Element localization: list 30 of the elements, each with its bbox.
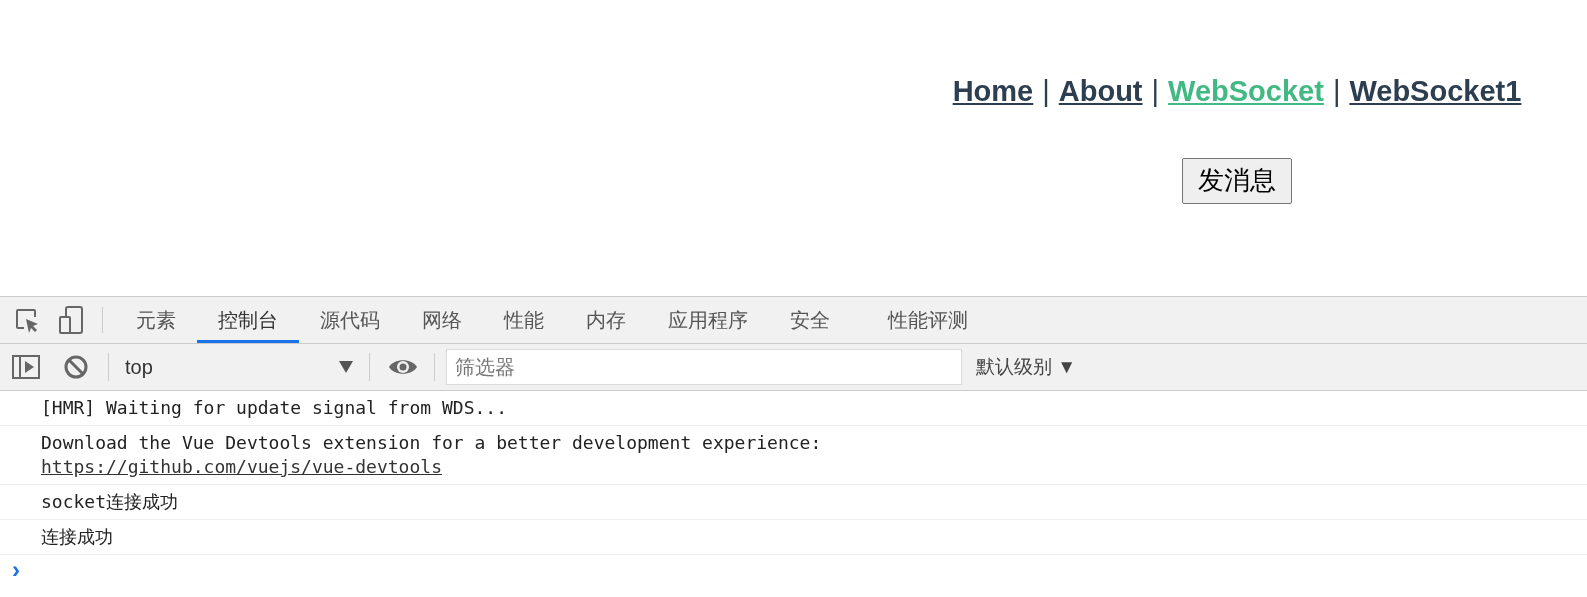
filter-field[interactable]: 筛选器 xyxy=(446,349,962,385)
clear-console-icon[interactable] xyxy=(64,355,88,379)
sidebar-toggle-icon[interactable] xyxy=(12,355,40,379)
send-message-button[interactable]: 发消息 xyxy=(1182,157,1292,204)
nav-link[interactable]: Home xyxy=(952,70,1034,114)
context-select[interactable]: top xyxy=(117,352,357,382)
dropdown-icon xyxy=(339,361,353,373)
devtools-tab[interactable]: 性能评测 xyxy=(867,297,989,343)
console-message: socket连接成功 xyxy=(41,490,179,514)
log-levels-dropdown[interactable]: 默认级别 ▼ xyxy=(976,352,1077,382)
console-prompt[interactable]: › xyxy=(0,555,20,585)
nav-link[interactable]: WebSocket1 xyxy=(1349,70,1522,114)
device-toolbar-icon[interactable] xyxy=(58,306,84,334)
console-message: Download the Vue Devtools extension for a better development experience: xyxy=(41,431,822,455)
nav-separator: | xyxy=(1151,74,1160,109)
console-link[interactable]: https://github.com/vuejs/vue-devtools xyxy=(41,456,442,477)
console-message: 连接成功 xyxy=(41,525,113,549)
devtools-tab[interactable]: 安全 xyxy=(769,297,851,343)
devtools-tab[interactable]: 元素 xyxy=(115,297,197,343)
devtools-tab[interactable]: 应用程序 xyxy=(647,297,769,343)
console-message: [HMR] Waiting for update signal from WDS... xyxy=(41,396,507,420)
devtools-tab[interactable]: 性能 xyxy=(483,297,565,343)
nav-separator: | xyxy=(1332,74,1341,109)
devtools-tab[interactable]: 内存 xyxy=(565,297,647,343)
nav-separator: | xyxy=(1042,74,1050,109)
nav-link[interactable]: About xyxy=(1058,70,1143,114)
devtools-tab[interactable]: 源代码 xyxy=(299,297,401,343)
devtools-tab[interactable]: 网络 xyxy=(401,297,483,343)
inspect-icon[interactable] xyxy=(14,307,40,333)
eye-icon[interactable] xyxy=(388,357,418,377)
